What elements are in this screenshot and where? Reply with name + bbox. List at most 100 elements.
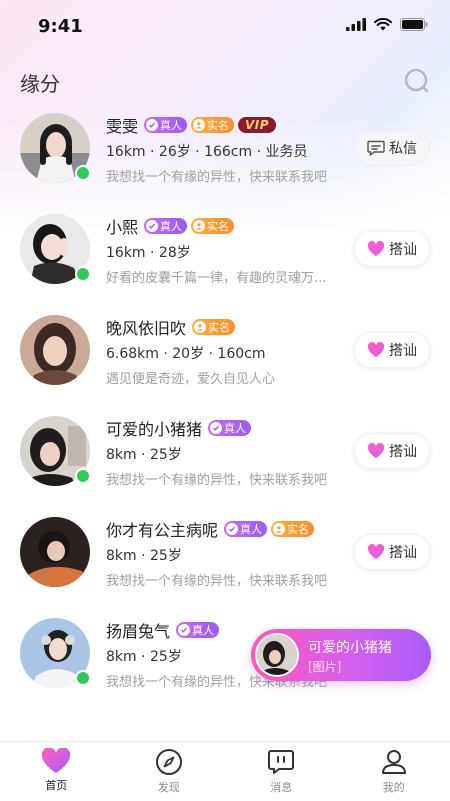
user-info: 8km · 25岁: [106, 545, 182, 565]
heart-icon: [367, 443, 385, 459]
person-icon: [273, 523, 285, 535]
button-label: 搭讪: [389, 340, 417, 360]
tab-label: 发现: [158, 779, 180, 795]
status-bar: 9:41: [0, 0, 450, 54]
shield-check-icon: [146, 220, 158, 232]
vip-badge: VIP: [238, 117, 276, 133]
name-row: 雯雯 真人 实名 VIP: [106, 114, 276, 136]
user-name: 雯雯: [106, 113, 138, 137]
list-item[interactable]: 小熙 真人 实名 16km · 28岁 好看的皮囊千篇一律，有趣的灵魂万... …: [0, 201, 450, 302]
wifi-icon: [374, 18, 392, 31]
user-list: 雯雯 真人 实名 VIP 16km · 26岁 · 166cm · 业务员 我想…: [0, 100, 450, 706]
user-info: 6.68km · 20岁 · 160cm: [106, 343, 266, 363]
greet-button[interactable]: 搭讪: [354, 332, 430, 368]
name-row: 你才有公主病呢 真人 实名: [106, 518, 314, 540]
badge-label: 真人: [224, 420, 246, 436]
tab-messages[interactable]: 消息: [225, 742, 338, 801]
avatar-container[interactable]: [20, 416, 90, 486]
search-button[interactable]: [400, 64, 434, 98]
user-name: 小熙: [106, 214, 138, 238]
toast-avatar: [255, 633, 299, 677]
user-name: 晚风依旧吹: [106, 315, 186, 339]
real-name-badge: 实名: [192, 319, 235, 335]
tab-label: 首页: [45, 777, 67, 793]
verified-real-badge: 真人: [208, 420, 251, 436]
tab-discover[interactable]: 发现: [113, 742, 226, 801]
avatar-container[interactable]: [20, 214, 90, 284]
heart-icon: [367, 544, 385, 560]
online-status-dot: [75, 266, 91, 282]
status-time: 9:41: [38, 16, 83, 37]
avatar-container[interactable]: [20, 113, 90, 183]
list-item[interactable]: 雯雯 真人 实名 VIP 16km · 26岁 · 166cm · 业务员 我想…: [0, 100, 450, 201]
greet-button[interactable]: 搭讪: [354, 433, 430, 469]
user-name: 可爱的小猪猪: [106, 416, 202, 440]
button-label: 搭讪: [389, 239, 417, 259]
user-motto: 我想找一个有缘的异性，快来联系我吧: [106, 570, 327, 589]
online-status-dot: [75, 468, 91, 484]
toast-message-preview: [图片]: [308, 658, 341, 675]
shield-check-icon: [146, 119, 158, 131]
real-name-badge: 实名: [271, 521, 314, 537]
badge-label: 实名: [207, 218, 229, 234]
name-row: 晚风依旧吹 实名: [106, 316, 235, 338]
list-item[interactable]: 可爱的小猪猪 真人 8km · 25岁 我想找一个有缘的异性，快来联系我吧 搭讪: [0, 403, 450, 504]
user-motto: 遇见便是奇迹，爱久自见人心: [106, 368, 275, 387]
tab-home[interactable]: 首页: [0, 742, 113, 801]
avatar-container[interactable]: [20, 315, 90, 385]
greet-button[interactable]: 搭讪: [354, 534, 430, 570]
badge-label: 实名: [208, 319, 230, 335]
shield-check-icon: [178, 624, 190, 636]
heart-icon: [367, 342, 385, 358]
user-name: 你才有公主病呢: [106, 517, 218, 541]
profile-icon: [380, 748, 408, 776]
heart-icon: [41, 748, 71, 774]
verified-real-badge: 真人: [144, 117, 187, 133]
user-info: 8km · 25岁: [106, 646, 182, 666]
badge-label: 真人: [192, 622, 214, 638]
user-name: 扬眉兔气: [106, 618, 170, 642]
status-icons: [346, 18, 428, 31]
private-message-button[interactable]: 私信: [354, 130, 430, 166]
online-status-dot: [75, 165, 91, 181]
person-icon: [193, 119, 205, 131]
list-item[interactable]: 晚风依旧吹 实名 6.68km · 20岁 · 160cm 遇见便是奇迹，爱久自…: [0, 302, 450, 403]
avatar-container[interactable]: [20, 618, 90, 688]
avatar-container[interactable]: [20, 517, 90, 587]
battery-icon: [400, 18, 428, 31]
name-row: 小熙 真人 实名: [106, 215, 234, 237]
badge-label: 实名: [207, 117, 229, 133]
shield-check-icon: [210, 422, 222, 434]
tab-label: 我的: [383, 779, 405, 795]
user-info: 8km · 25岁: [106, 444, 182, 464]
list-item[interactable]: 你才有公主病呢 真人 实名 8km · 25岁 我想找一个有缘的异性，快来联系我…: [0, 504, 450, 605]
user-info: 16km · 28岁: [106, 242, 191, 262]
avatar: [20, 315, 90, 385]
button-label: 搭讪: [389, 542, 417, 562]
bottom-tab-bar: 首页 发现 消息 我的: [0, 741, 450, 801]
cellular-signal-icon: [346, 18, 366, 31]
user-motto: 我想找一个有缘的异性，快来联系我吧: [106, 166, 327, 185]
toast-sender-name: 可爱的小猪猪: [308, 637, 392, 657]
greet-button[interactable]: 搭讪: [354, 231, 430, 267]
badge-label: 实名: [287, 521, 309, 537]
user-motto: 我想找一个有缘的异性，快来联系我吧: [106, 469, 327, 488]
real-name-badge: 实名: [191, 218, 234, 234]
message-icon: [267, 748, 295, 776]
person-icon: [193, 220, 205, 232]
user-motto: 好看的皮囊千篇一律，有趣的灵魂万...: [106, 267, 326, 286]
name-row: 扬眉兔气 真人: [106, 619, 219, 641]
tab-profile[interactable]: 我的: [338, 742, 450, 801]
user-info: 16km · 26岁 · 166cm · 业务员: [106, 141, 307, 161]
tab-label: 消息: [270, 779, 292, 795]
real-name-badge: 实名: [191, 117, 234, 133]
person-icon: [194, 321, 206, 333]
verified-real-badge: 真人: [144, 218, 187, 234]
new-message-toast[interactable]: 可爱的小猪猪 [图片]: [251, 629, 431, 681]
name-row: 可爱的小猪猪 真人: [106, 417, 251, 439]
shield-check-icon: [226, 523, 238, 535]
avatar: [20, 517, 90, 587]
button-label: 搭讪: [389, 441, 417, 461]
chat-bubble-icon: [367, 140, 385, 156]
online-status-dot: [75, 670, 91, 686]
